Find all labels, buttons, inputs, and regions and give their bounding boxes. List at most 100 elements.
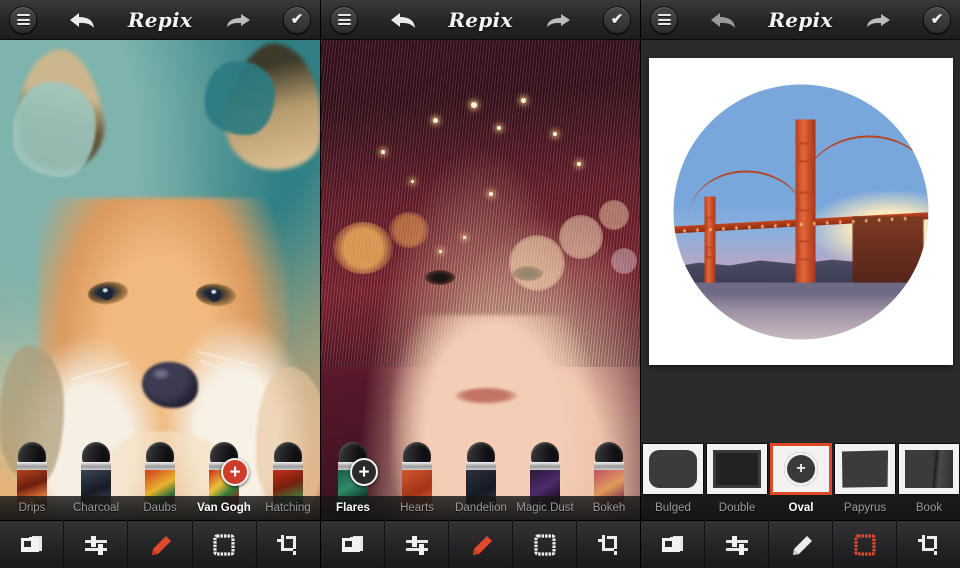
brush-add-badge[interactable]: + <box>350 458 378 486</box>
frame-thumbnail <box>898 443 960 495</box>
bottom-toolbar <box>641 520 960 568</box>
back-arrow-icon <box>391 12 416 28</box>
brush-label: Drips <box>18 502 46 514</box>
tool-crop[interactable] <box>897 521 960 568</box>
brush-thumbnail <box>81 442 111 510</box>
brush-thumbnail <box>17 442 47 510</box>
tool-brush[interactable] <box>449 521 513 568</box>
app-title: Repix <box>127 7 193 32</box>
oval-mask <box>673 84 929 339</box>
frame-thumbnail <box>834 443 896 495</box>
confirm-button[interactable]: ✔ <box>602 5 631 34</box>
frame-icon <box>853 533 876 556</box>
frame-thumbnail <box>706 443 768 495</box>
frame-label: Papyrus <box>843 502 887 514</box>
effect-label-row: Flares Hearts Dandelion Magic Dust Bokeh <box>321 496 640 520</box>
sliders-icon <box>405 535 428 555</box>
checkmark-icon: ✔ <box>930 11 944 28</box>
brush-label: Dandelion <box>455 502 507 514</box>
tool-frames[interactable] <box>833 521 897 568</box>
brush-thumbnail: + <box>209 442 249 510</box>
sliders-icon <box>725 535 748 555</box>
app-screens: Repix ✔ + Drips Charcoal Daubs Van Gogh … <box>0 0 960 568</box>
crop-icon <box>597 534 617 555</box>
brush-label: Daubs <box>143 502 177 514</box>
menu-button[interactable] <box>650 5 678 34</box>
forward-arrow-icon <box>226 13 250 27</box>
tool-crop[interactable] <box>257 521 320 568</box>
back-arrow-icon <box>70 12 95 28</box>
effect-strip: + Flares Hearts Dandelion Magic Dust Bok… <box>321 442 640 520</box>
tool-frames[interactable] <box>193 521 257 568</box>
brush-strip: + Drips Charcoal Daubs Van Gogh Hatching <box>0 442 320 520</box>
tool-frames[interactable] <box>513 521 577 568</box>
pencil-icon <box>792 535 812 555</box>
panel-frames: Repix ✔ + Bulged Double Oval Papyrus Boo… <box>640 0 960 568</box>
brush-thumbnail <box>594 442 624 510</box>
framed-photo <box>649 58 953 365</box>
brush-thumbnail <box>530 442 560 510</box>
photo-stack-icon <box>20 535 42 552</box>
tool-gallery[interactable] <box>0 521 65 568</box>
brush-label: Charcoal <box>72 502 120 514</box>
top-bar: Repix ✔ <box>321 0 640 40</box>
brush-label: Bokeh <box>592 502 626 514</box>
frame-label: Bulged <box>655 502 691 514</box>
undo-button[interactable] <box>65 6 99 34</box>
crop-icon <box>277 534 297 555</box>
sliders-icon <box>84 535 107 555</box>
tool-crop[interactable] <box>577 521 640 568</box>
frame-label: Double <box>718 502 756 514</box>
forward-arrow-icon <box>546 13 570 27</box>
frame-thumbnail-selected: + <box>770 443 832 495</box>
menu-button[interactable] <box>9 5 37 34</box>
top-bar: Repix ✔ <box>0 0 320 40</box>
panel-brushes: Repix ✔ + Drips Charcoal Daubs Van Gogh … <box>0 0 320 568</box>
brush-thumbnail <box>145 442 175 510</box>
redo-button[interactable] <box>221 6 255 34</box>
confirm-button[interactable]: ✔ <box>922 5 951 34</box>
redo-button[interactable] <box>861 6 895 34</box>
tool-adjustments[interactable] <box>705 521 769 568</box>
tool-gallery[interactable] <box>641 521 705 568</box>
pencil-icon <box>152 535 171 555</box>
checkmark-icon: ✔ <box>610 11 624 28</box>
confirm-button[interactable]: ✔ <box>282 5 311 34</box>
frame-add-badge[interactable]: + <box>784 452 818 486</box>
hamburger-icon <box>16 12 30 28</box>
brush-label: Hatching <box>265 502 311 514</box>
redo-button[interactable] <box>541 6 575 34</box>
photo-stack-icon <box>661 535 683 552</box>
brush-thumbnail <box>466 442 496 510</box>
brush-thumbnail <box>402 442 432 510</box>
tool-adjustments[interactable] <box>64 521 129 568</box>
tool-brush[interactable] <box>128 521 193 568</box>
menu-button[interactable] <box>330 5 358 34</box>
frame-icon <box>213 533 235 556</box>
brush-label: Magic Dust <box>516 502 574 514</box>
brush-thumbnail: + <box>338 442 378 510</box>
bottom-toolbar <box>0 520 320 568</box>
tool-brush[interactable] <box>769 521 833 568</box>
brush-add-badge[interactable]: + <box>221 458 249 486</box>
bottom-toolbar <box>321 520 640 568</box>
app-title: Repix <box>768 7 833 32</box>
tool-gallery[interactable] <box>321 521 385 568</box>
brush-label: Hearts <box>400 502 434 514</box>
checkmark-icon: ✔ <box>290 11 304 28</box>
brush-label-row: Drips Charcoal Daubs Van Gogh Hatching <box>0 496 320 520</box>
panel-effects: Repix ✔ + Flares Hearts Dandelion Magic … <box>320 0 640 568</box>
top-bar: Repix ✔ <box>641 0 960 40</box>
brush-label-selected: Van Gogh <box>197 502 251 514</box>
pencil-icon <box>472 535 492 555</box>
frame-label-selected: Oval <box>788 502 814 514</box>
frame-thumbnail <box>642 443 704 495</box>
hamburger-icon <box>337 12 351 28</box>
app-title: Repix <box>448 7 513 32</box>
brush-thumbnail <box>273 442 303 510</box>
frame-label-row: Bulged Double Oval Papyrus Book <box>641 496 960 520</box>
undo-button[interactable] <box>706 6 740 34</box>
tool-adjustments[interactable] <box>385 521 449 568</box>
frame-strip: + Bulged Double Oval Papyrus Book <box>641 442 960 520</box>
undo-button[interactable] <box>386 6 420 34</box>
